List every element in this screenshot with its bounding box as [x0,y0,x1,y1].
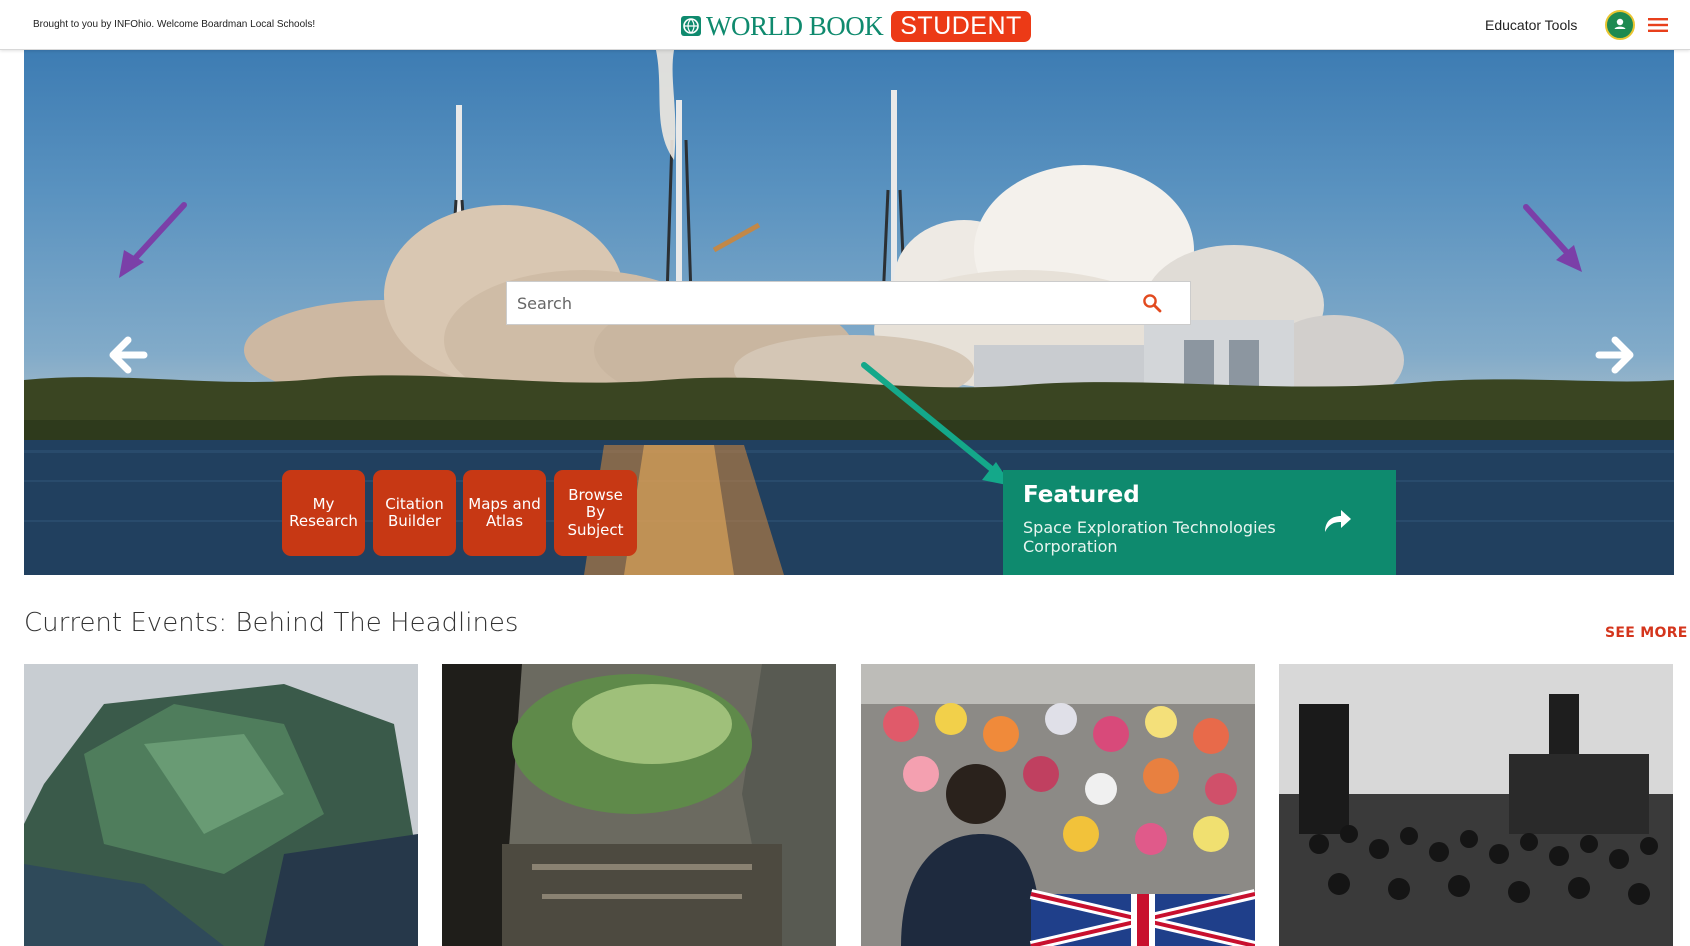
green-crystal-image [24,664,418,946]
current-events-heading: Current Events: Behind The Headlines [24,608,519,638]
current-events-card-cave[interactable] [442,664,836,946]
see-more-link[interactable]: SEE MORE [1605,625,1688,641]
educator-tools-link[interactable]: Educator Tools [1485,17,1577,33]
search-bar [506,281,1191,325]
browse-by-subject-button[interactable]: Browse By Subject [554,470,637,556]
logo-student-badge: STUDENT [891,10,1031,42]
maps-and-atlas-button[interactable]: Maps and Atlas [463,470,546,556]
sponsor-text: Brought to you by INFOhio. Welcome Board… [33,19,316,30]
cave-excavation-image [442,664,836,946]
top-bar: Brought to you by INFOhio. Welcome Board… [0,0,1690,50]
user-avatar[interactable] [1605,10,1635,40]
carousel-prev-arrow-icon[interactable] [104,328,154,382]
hamburger-menu-icon[interactable] [1648,17,1668,33]
current-events-card-gemstone[interactable] [24,664,418,946]
search-input[interactable] [507,293,1132,313]
current-events-card-memorial[interactable] [861,664,1255,946]
share-arrow-icon [1325,510,1351,532]
citation-builder-button[interactable]: Citation Builder [373,470,456,556]
featured-title: Featured [1023,482,1140,508]
logo-wordmark: WORLD BOOK [706,10,884,41]
globe-logo-icon [681,16,701,36]
flower-memorial-image [861,664,1255,946]
historic-railroad-photo-image [1279,664,1673,946]
carousel-next-arrow-icon[interactable] [1589,328,1639,382]
search-button[interactable] [1132,283,1172,323]
my-research-button[interactable]: My Research [282,470,365,556]
featured-subtitle: Space Exploration Technologies Corporati… [1023,518,1276,557]
user-icon [1614,18,1626,29]
featured-article-card[interactable]: Featured Space Exploration Technologies … [1003,470,1396,575]
current-events-card-railroad[interactable] [1279,664,1673,946]
world-book-student-logo[interactable]: WORLD BOOK STUDENT [680,8,1031,44]
search-icon [1143,294,1162,313]
